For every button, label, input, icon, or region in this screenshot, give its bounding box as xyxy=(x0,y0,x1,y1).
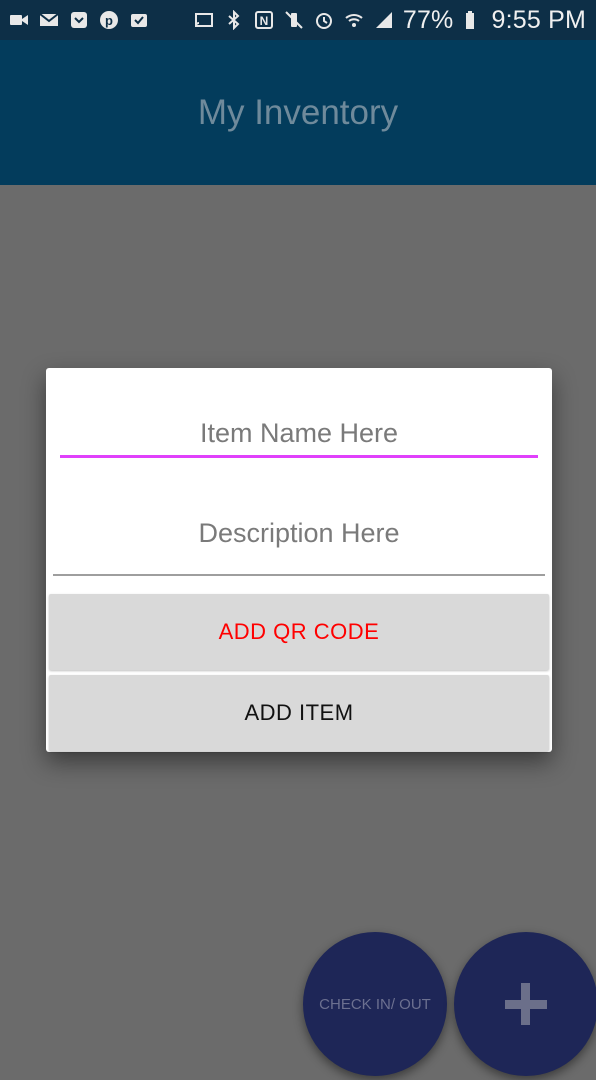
item-name-underline xyxy=(60,455,538,458)
description-input[interactable]: Description Here xyxy=(46,518,552,549)
cast-icon xyxy=(193,9,215,31)
svg-text:p: p xyxy=(105,13,113,28)
nfc-icon: N xyxy=(253,9,275,31)
notification-icons: p xyxy=(8,9,150,31)
app-bar: My Inventory xyxy=(0,40,596,185)
add-item-dialog: Item Name Here Description Here ADD QR C… xyxy=(46,368,552,752)
app-title: My Inventory xyxy=(197,92,399,132)
signal-icon xyxy=(373,9,395,31)
description-underline xyxy=(53,574,545,576)
system-icons: N 77% 9:55 PM xyxy=(193,6,586,35)
alarm-icon xyxy=(313,9,335,31)
battery-icon xyxy=(461,9,483,31)
wifi-icon xyxy=(343,9,365,31)
svg-text:N: N xyxy=(260,14,269,28)
inbox-icon xyxy=(128,9,150,31)
add-fab-button[interactable] xyxy=(454,932,596,1076)
check-in-out-label: CHECK IN/ OUT xyxy=(319,995,431,1013)
add-qr-code-button[interactable]: ADD QR CODE xyxy=(49,594,549,670)
battery-percentage: 77% xyxy=(402,5,454,34)
add-item-button[interactable]: ADD ITEM xyxy=(49,675,549,751)
video-icon xyxy=(8,9,30,31)
item-name-input[interactable]: Item Name Here xyxy=(46,418,552,449)
status-bar: p N 77% 9:55 PM xyxy=(0,0,596,40)
bluetooth-icon xyxy=(223,9,245,31)
clock: 9:55 PM xyxy=(491,5,586,34)
save-pocket-icon xyxy=(68,9,90,31)
plus-icon xyxy=(505,983,547,1025)
check-in-out-button[interactable]: CHECK IN/ OUT xyxy=(303,932,447,1076)
gmail-icon xyxy=(38,9,60,31)
pinterest-icon: p xyxy=(98,9,120,31)
vibrate-icon xyxy=(283,9,305,31)
